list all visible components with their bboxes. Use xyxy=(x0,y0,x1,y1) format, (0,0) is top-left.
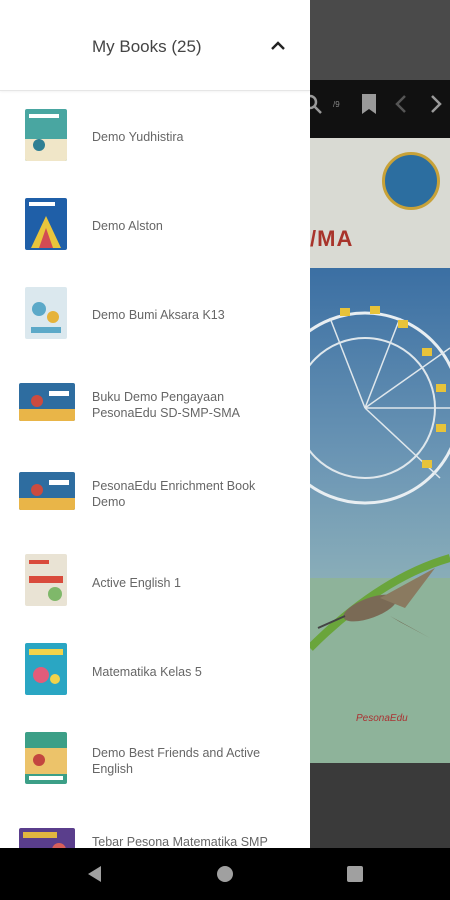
book-cover-page[interactable]: /MA PesonaEdu xyxy=(310,138,450,763)
book-cover-thumbnail xyxy=(25,287,67,339)
bookmark-icon[interactable] xyxy=(357,92,381,116)
back-icon[interactable] xyxy=(83,862,107,886)
book-title: Active English 1 xyxy=(92,576,181,590)
book-item[interactable]: Demo Best Friends and Active English xyxy=(0,715,310,804)
book-title: Tebar Pesona Matematika SMP xyxy=(92,835,268,848)
book-item[interactable]: Tebar Pesona Matematika SMP xyxy=(0,804,310,848)
book-title: Demo Alston xyxy=(92,219,163,233)
book-title: Demo Bumi Aksara K13 xyxy=(92,308,225,322)
book-title: PesonaEdu Enrichment Book Demo xyxy=(92,479,256,509)
drawer-header[interactable]: My Books (25) xyxy=(0,0,310,91)
chevron-up-icon[interactable] xyxy=(268,36,288,56)
page-indicator: /9 xyxy=(333,100,340,109)
book-cover-thumbnail xyxy=(25,554,67,606)
cover-logo-icon xyxy=(382,152,440,210)
cover-title: /MA xyxy=(310,226,354,251)
book-cover-thumbnail xyxy=(25,198,67,250)
my-books-drawer: My Books (25) Demo Yudhistira Demo Alsto… xyxy=(0,0,310,848)
home-icon[interactable] xyxy=(213,862,237,886)
book-item[interactable]: Demo Bumi Aksara K13 xyxy=(0,270,310,359)
chevron-right-icon[interactable] xyxy=(423,92,447,116)
book-cover-thumbnail xyxy=(25,732,67,784)
book-cover-thumbnail xyxy=(25,109,67,161)
book-cover-thumbnail xyxy=(19,472,75,510)
book-cover-thumbnail xyxy=(19,383,75,421)
book-title: Buku Demo Pengayaan PesonaEdu SD-SMP-SMA xyxy=(92,390,240,420)
drawer-title: My Books (25) xyxy=(92,37,202,56)
book-cover-thumbnail xyxy=(19,828,75,848)
book-title: Demo Best Friends and Active English xyxy=(92,746,261,776)
book-title: Demo Yudhistira xyxy=(92,130,184,144)
recents-icon[interactable] xyxy=(343,862,367,886)
book-item[interactable]: PesonaEdu Enrichment Book Demo xyxy=(0,448,310,537)
book-item[interactable]: Buku Demo Pengayaan PesonaEdu SD-SMP-SMA xyxy=(0,359,310,448)
publisher-logo: PesonaEdu xyxy=(356,713,408,724)
book-cover-thumbnail xyxy=(25,643,67,695)
book-item[interactable]: Demo Alston xyxy=(0,181,310,270)
book-item[interactable]: Active English 1 xyxy=(0,537,310,626)
hummingbird-illustration xyxy=(310,554,450,651)
system-navigation-bar xyxy=(0,848,450,900)
book-title: Matematika Kelas 5 xyxy=(92,665,202,679)
book-item[interactable]: Demo Yudhistira xyxy=(0,92,310,181)
book-item[interactable]: Matematika Kelas 5 xyxy=(0,626,310,715)
chevron-left-icon[interactable] xyxy=(390,92,414,116)
